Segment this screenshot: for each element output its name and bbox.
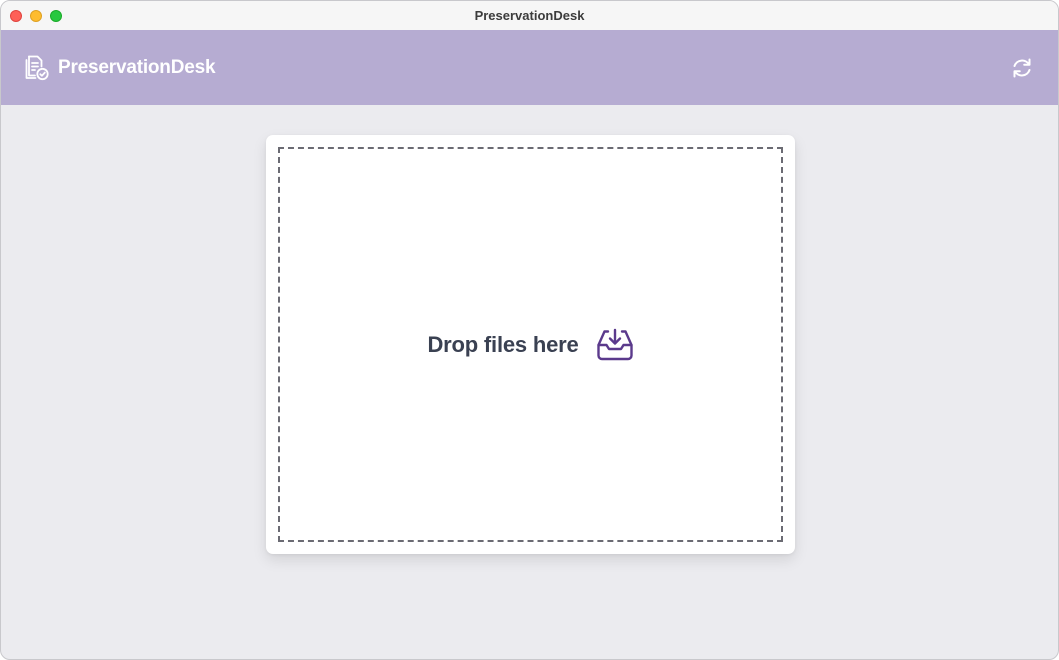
brand: PreservationDesk: [24, 54, 216, 81]
inbox-download-icon: [596, 328, 633, 360]
refresh-button[interactable]: [1010, 56, 1034, 80]
app-header: PreservationDesk: [1, 30, 1058, 105]
app-name: PreservationDesk: [58, 56, 216, 78]
file-drop-zone[interactable]: Drop files here: [278, 147, 783, 542]
drop-card: Drop files here: [266, 135, 795, 554]
app-window: PreservationDesk PreservationDesk Drop f…: [0, 0, 1059, 660]
document-check-icon: [25, 55, 49, 81]
window-title: PreservationDesk: [474, 8, 585, 23]
drop-content: Drop files here: [427, 328, 633, 362]
drop-label: Drop files here: [427, 331, 579, 357]
refresh-icon: [1013, 58, 1031, 78]
title-bar[interactable]: PreservationDesk: [1, 1, 1058, 31]
